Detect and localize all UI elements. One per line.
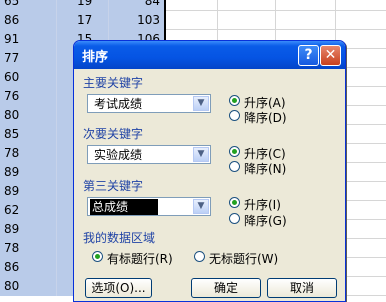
table-cell[interactable]: [218, 11, 276, 30]
primary-key-label: 主要关键字: [83, 76, 144, 90]
primary-key-value: 考试成绩: [94, 97, 143, 111]
table-cell[interactable]: 78: [0, 144, 57, 163]
third-key-label: 第三关键字: [83, 179, 144, 193]
table-cell[interactable]: 77: [0, 49, 57, 68]
close-icon[interactable]: ✕: [320, 45, 341, 66]
table-cell[interactable]: 65: [0, 0, 57, 11]
cancel-button[interactable]: 取消: [267, 278, 337, 298]
dialog-title: 排序: [82, 50, 109, 65]
table-cell[interactable]: 78: [0, 239, 57, 258]
table-row: 86 17 103: [0, 11, 386, 30]
table-cell[interactable]: 19: [57, 0, 109, 11]
chevron-down-icon[interactable]: ▼: [193, 147, 209, 162]
table-cell[interactable]: [166, 0, 218, 11]
table-cell[interactable]: 89: [0, 220, 57, 239]
table-cell[interactable]: [218, 0, 276, 11]
secondary-key-value: 实验成绩: [94, 148, 143, 162]
table-cell[interactable]: [276, 11, 336, 30]
table-cell[interactable]: 80: [0, 106, 57, 125]
table-cell[interactable]: 84: [109, 0, 166, 11]
table-cell[interactable]: 86: [0, 258, 57, 277]
question-icon[interactable]: ?: [298, 45, 319, 66]
primary-key-select[interactable]: 考试成绩 ▼: [87, 94, 211, 113]
table-cell[interactable]: 103: [109, 11, 166, 30]
data-range-label: 我的数据区域: [83, 231, 156, 245]
third-key-value: 总成绩: [90, 199, 159, 215]
table-cell[interactable]: [276, 0, 336, 11]
third-key-select[interactable]: 总成绩 ▼: [87, 197, 211, 216]
table-cell[interactable]: 89: [0, 163, 57, 182]
ok-button[interactable]: 确定: [191, 278, 261, 298]
table-cell[interactable]: 62: [0, 201, 57, 220]
chevron-down-icon[interactable]: ▼: [193, 96, 209, 111]
table-cell[interactable]: [166, 11, 218, 30]
table-row: 65 19 84: [0, 0, 386, 11]
secondary-key-select[interactable]: 实验成绩 ▼: [87, 145, 211, 164]
table-cell[interactable]: 91: [0, 30, 57, 49]
chevron-down-icon[interactable]: ▼: [193, 199, 209, 214]
table-cell[interactable]: 60: [0, 68, 57, 87]
table-cell[interactable]: 76: [0, 87, 57, 106]
options-button[interactable]: 选项(O)...: [85, 278, 152, 298]
table-cell[interactable]: 89: [0, 182, 57, 201]
sort-dialog: 排序 ? ✕ 主要关键字 考试成绩 ▼ 升序(A) 降序(D) 次要关键字 实验…: [73, 40, 346, 302]
dialog-titlebar[interactable]: 排序 ? ✕: [74, 41, 345, 69]
table-cell[interactable]: 86: [0, 11, 57, 30]
table-cell[interactable]: 80: [0, 277, 57, 296]
table-cell[interactable]: 17: [57, 11, 109, 30]
table-cell[interactable]: 85: [0, 125, 57, 144]
secondary-key-label: 次要关键字: [83, 127, 144, 141]
